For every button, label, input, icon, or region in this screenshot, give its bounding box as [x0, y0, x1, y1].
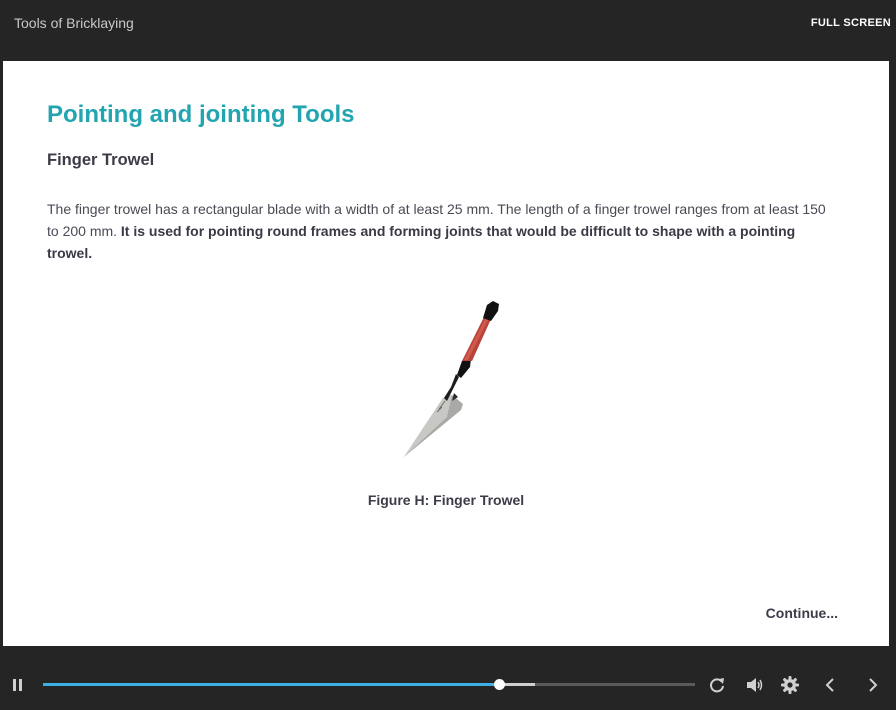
seek-bar[interactable]	[43, 679, 695, 690]
slide-content: Pointing and jointing Tools Finger Trowe…	[3, 61, 889, 646]
course-title: Tools of Bricklaying	[14, 15, 134, 31]
player-controls	[0, 660, 896, 710]
volume-icon[interactable]	[743, 674, 765, 696]
settings-icon[interactable]	[779, 674, 801, 696]
pause-icon[interactable]	[12, 679, 24, 692]
top-bar: Tools of Bricklaying FULL SCREEN	[0, 0, 896, 60]
next-icon[interactable]	[862, 674, 884, 696]
continue-link[interactable]: Continue...	[766, 605, 838, 621]
replay-icon[interactable]	[706, 674, 728, 696]
prev-icon[interactable]	[819, 674, 841, 696]
seek-handle[interactable]	[494, 679, 506, 690]
slide-subtitle: Finger Trowel	[47, 151, 155, 169]
progress-fill	[43, 683, 500, 686]
body-text-bold: It is used for pointing round frames and…	[47, 223, 796, 261]
finger-trowel-image	[404, 301, 499, 457]
body-paragraph: The finger trowel has a rectangular blad…	[47, 198, 837, 264]
fullscreen-button[interactable]: FULL SCREEN	[811, 17, 891, 29]
figure-caption: Figure H: Finger Trowel	[367, 492, 525, 508]
slide-title: Pointing and jointing Tools	[47, 101, 355, 128]
